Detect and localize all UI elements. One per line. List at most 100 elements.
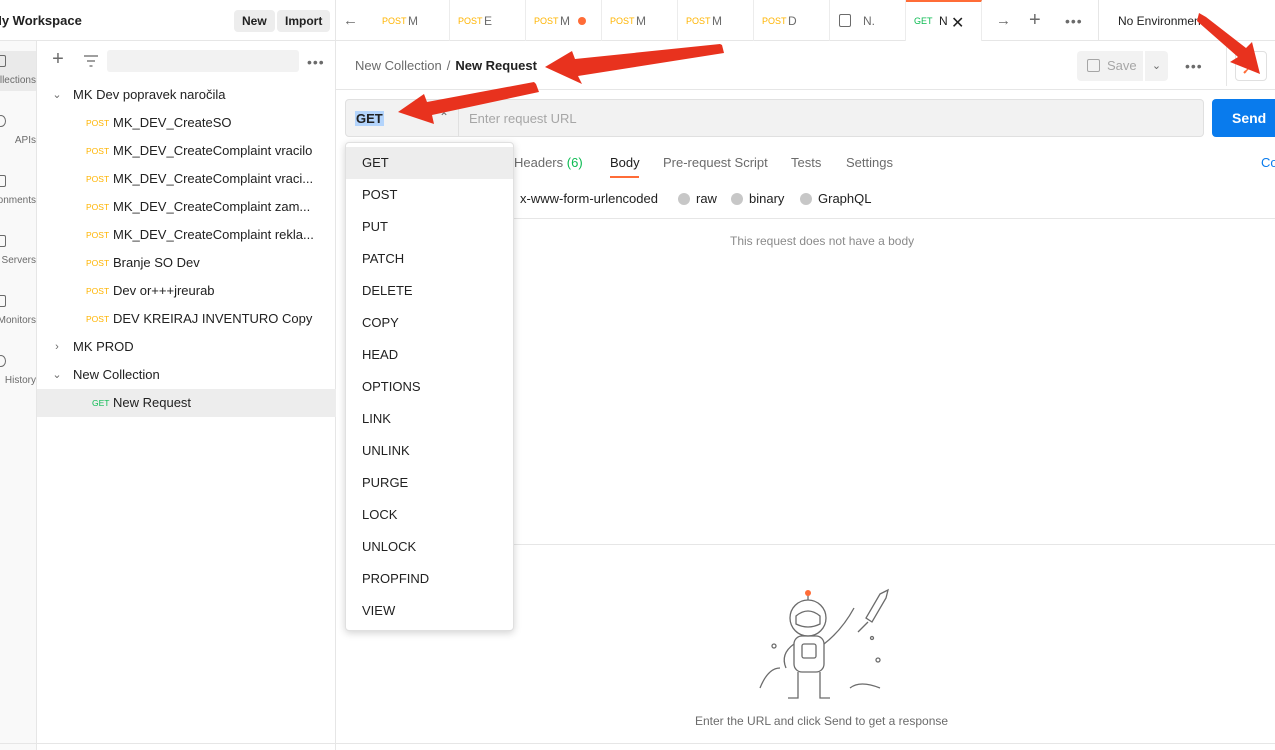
chevron-down-icon[interactable]: ⌄ xyxy=(50,81,64,109)
url-input[interactable] xyxy=(459,99,1204,137)
folder-row[interactable]: ⌄ New Collection xyxy=(37,361,336,389)
more-options-icon[interactable]: ••• xyxy=(307,54,325,70)
rail-collections[interactable]: Collections xyxy=(0,51,36,91)
method-option-unlock[interactable]: UNLOCK xyxy=(346,531,513,563)
cookies-link[interactable]: Co xyxy=(1261,155,1275,170)
filter-input[interactable] xyxy=(107,50,299,72)
request-row[interactable]: POST MK_DEV_CreateComplaint rekla... xyxy=(37,221,336,249)
tab-name: M xyxy=(408,14,418,28)
save-options-button[interactable]: ⌄ xyxy=(1145,51,1168,81)
new-tab-icon[interactable]: + xyxy=(1029,9,1041,32)
method-option-patch[interactable]: PATCH xyxy=(346,243,513,275)
chevron-right-icon[interactable]: › xyxy=(50,333,64,361)
folder-name: MK Dev popravek naročila xyxy=(73,87,226,102)
collection-tab[interactable]: N. xyxy=(830,0,906,41)
radio-graphql[interactable]: GraphQL xyxy=(800,191,871,206)
method-option-view[interactable]: VIEW xyxy=(346,595,513,627)
rail-label: APIs xyxy=(14,135,36,146)
rail-environments[interactable]: Environments xyxy=(0,171,36,211)
method-option-purge[interactable]: PURGE xyxy=(346,467,513,499)
tab-headers[interactable]: Headers (6) xyxy=(514,155,583,170)
request-row[interactable]: POST MK_DEV_CreateComplaint vraci... xyxy=(37,165,336,193)
rail-monitors[interactable]: Monitors xyxy=(0,291,36,331)
request-row[interactable]: POST MK_DEV_CreateSO xyxy=(37,109,336,137)
method-option-unlink[interactable]: UNLINK xyxy=(346,435,513,467)
tab-name: D xyxy=(788,14,797,28)
divider xyxy=(1226,46,1227,86)
arrow-right-icon[interactable]: → xyxy=(996,12,1011,29)
method-value: GET xyxy=(355,111,384,126)
request-row[interactable]: POST Branje SO Dev xyxy=(37,249,336,277)
request-row[interactable]: GET New Request xyxy=(37,389,336,417)
tab-pre-request-script[interactable]: Pre-request Script xyxy=(663,155,768,170)
workspace-title[interactable]: My Workspace xyxy=(0,13,82,28)
folder-row[interactable]: ⌄ MK Dev popravek naročila xyxy=(37,81,336,109)
request-tab[interactable]: POST D xyxy=(754,0,830,41)
tab-method: POST xyxy=(534,16,559,26)
request-options-icon[interactable]: ••• xyxy=(1185,58,1203,74)
method-option-lock[interactable]: LOCK xyxy=(346,499,513,531)
request-row[interactable]: POST DEV KREIRAJ INVENTURO Copy xyxy=(37,305,336,333)
method-option-get[interactable]: GET xyxy=(346,147,513,179)
save-button[interactable]: Save xyxy=(1077,51,1143,81)
tab-tests[interactable]: Tests xyxy=(791,155,821,170)
request-tab[interactable]: POST M xyxy=(526,0,602,41)
folder-row[interactable]: › MK PROD xyxy=(37,333,336,361)
radio-raw[interactable]: raw xyxy=(678,191,717,206)
active-tab-indicator xyxy=(610,176,639,178)
tab-options-icon[interactable]: ••• xyxy=(1065,13,1083,29)
request-method: POST xyxy=(86,286,110,296)
method-option-head[interactable]: HEAD xyxy=(346,339,513,371)
pencil-icon xyxy=(1243,60,1257,74)
request-method: GET xyxy=(92,398,110,408)
rail-mock-servers[interactable]: Mock Servers xyxy=(0,231,36,271)
filter-icon[interactable] xyxy=(83,54,99,68)
chevron-down-icon[interactable]: ⌄ xyxy=(50,361,64,389)
request-tab[interactable]: POST M xyxy=(374,0,450,41)
rail-history[interactable]: History xyxy=(0,351,36,391)
chevron-down-icon: ⌄ xyxy=(1151,60,1162,72)
request-name: Dev or+++jreurab xyxy=(113,283,215,298)
method-select[interactable]: GET ⌃ xyxy=(345,99,459,137)
close-icon[interactable]: ✕ xyxy=(951,13,964,33)
tab-settings[interactable]: Settings xyxy=(846,155,893,170)
rail-label: Mock Servers xyxy=(0,255,36,266)
import-button[interactable]: Import xyxy=(277,10,331,32)
request-tab[interactable]: POST M xyxy=(678,0,754,41)
radio-urlencoded[interactable]: x-www-form-urlencoded xyxy=(520,191,658,206)
collections-icon xyxy=(0,55,6,67)
tab-name: M xyxy=(636,14,646,28)
request-tab-active[interactable]: GET N ✕ xyxy=(906,0,982,41)
tab-method: GET xyxy=(914,16,933,26)
method-option-post[interactable]: POST xyxy=(346,179,513,211)
breadcrumb-collection[interactable]: New Collection xyxy=(355,58,442,73)
arrow-left-icon[interactable]: ← xyxy=(343,12,358,29)
method-option-put[interactable]: PUT xyxy=(346,211,513,243)
request-method: POST xyxy=(86,146,110,156)
rail-apis[interactable]: APIs xyxy=(0,111,36,151)
tab-body[interactable]: Body xyxy=(610,155,640,170)
method-option-propfind[interactable]: PROPFIND xyxy=(346,563,513,595)
request-tab[interactable]: POST E xyxy=(450,0,526,41)
breadcrumb-request[interactable]: New Request xyxy=(455,58,537,73)
request-method: POST xyxy=(86,118,110,128)
request-row[interactable]: POST Dev or+++jreurab xyxy=(37,277,336,305)
method-option-copy[interactable]: COPY xyxy=(346,307,513,339)
request-row[interactable]: POST MK_DEV_CreateComplaint vracilo xyxy=(37,137,336,165)
method-option-link[interactable]: LINK xyxy=(346,403,513,435)
new-button[interactable]: New xyxy=(234,10,275,32)
send-button[interactable]: Send xyxy=(1212,99,1275,137)
mock-servers-icon xyxy=(0,235,6,247)
tab-method: POST xyxy=(458,16,483,26)
request-row[interactable]: POST MK_DEV_CreateComplaint zam... xyxy=(37,193,336,221)
method-option-options[interactable]: OPTIONS xyxy=(346,371,513,403)
radio-binary[interactable]: binary xyxy=(731,191,784,206)
request-method: POST xyxy=(86,258,110,268)
method-option-delete[interactable]: DELETE xyxy=(346,275,513,307)
add-collection-icon[interactable]: + xyxy=(50,49,66,69)
edit-button[interactable] xyxy=(1235,51,1267,81)
request-tab[interactable]: POST M xyxy=(602,0,678,41)
environment-selector[interactable]: No Environment xyxy=(1118,14,1204,28)
breadcrumb-separator: / xyxy=(446,58,451,73)
folder-name: MK PROD xyxy=(73,339,134,354)
